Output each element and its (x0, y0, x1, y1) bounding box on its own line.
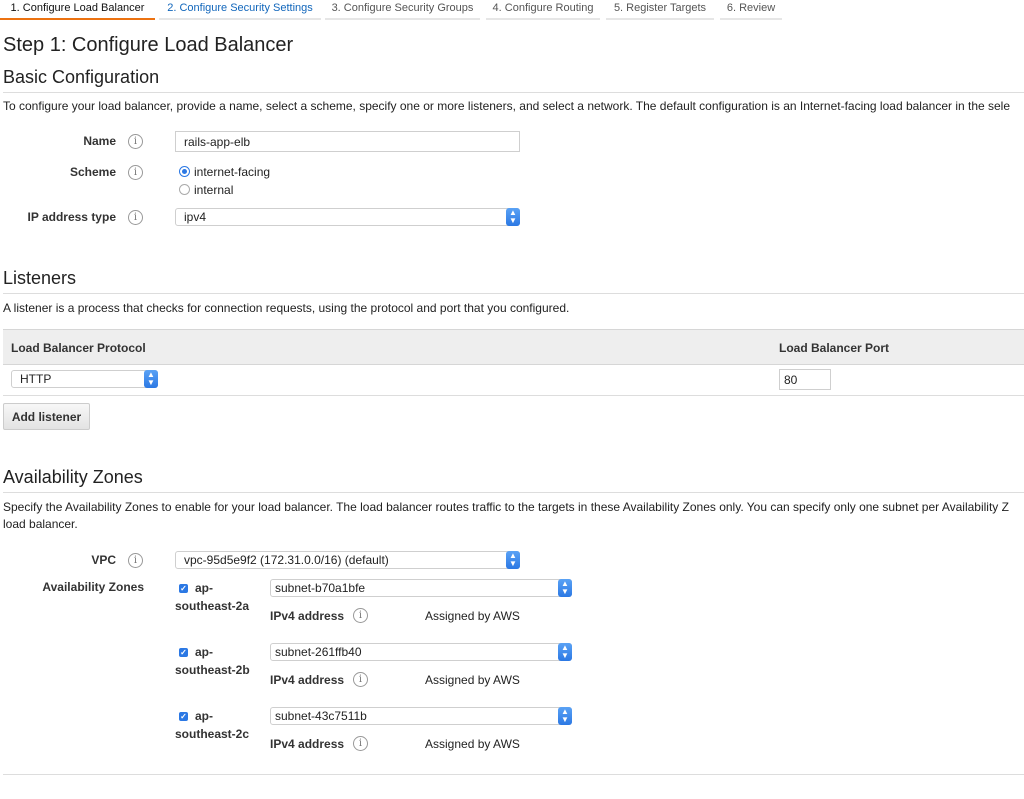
ip-address-type-label: IP address type (27, 210, 117, 224)
page-title: Step 1: Configure Load Balancer (3, 34, 294, 56)
scheme-option-internet-facing[interactable]: internet-facing (179, 165, 270, 179)
section-divider (3, 492, 1024, 493)
info-icon[interactable]: i (353, 608, 368, 623)
availability-zones-label: Availability Zones (42, 580, 144, 594)
section-divider (3, 293, 1024, 294)
tab-configure-security-settings[interactable]: 2. Configure Security Settings (159, 0, 321, 20)
zone-name-cont: southeast-2c (175, 727, 250, 741)
checkmark-icon[interactable]: ✓ (179, 584, 188, 593)
zone-name-cont: southeast-2a (175, 599, 250, 613)
chevron-updown-icon: ▲ ▼ (558, 579, 572, 597)
info-icon[interactable]: i (353, 672, 368, 687)
scheme-option-internal[interactable]: internal (179, 183, 233, 197)
add-listener-button[interactable]: Add listener (3, 403, 90, 430)
configure-load-balancer-page: 1. Configure Load Balancer 2. Configure … (0, 0, 1024, 799)
chevron-updown-icon: ▲ ▼ (144, 370, 158, 388)
chevron-updown-icon: ▲ ▼ (558, 707, 572, 725)
zone-name: ap- (195, 709, 213, 723)
ipv4-address-label: IPv4 address (270, 673, 345, 687)
availability-zones-description: Specify the Availability Zones to enable… (3, 500, 1009, 514)
basic-configuration-heading: Basic Configuration (3, 67, 160, 87)
availability-zones-heading: Availability Zones (3, 467, 143, 487)
chevron-updown-icon: ▲ ▼ (558, 643, 572, 661)
table-divider (3, 395, 1024, 396)
radio-selected-icon[interactable] (179, 166, 190, 178)
info-icon[interactable]: i (128, 210, 143, 225)
info-icon[interactable]: i (128, 134, 143, 149)
subnet-select[interactable]: subnet-261ffb40 ▲ ▼ (270, 643, 572, 661)
radio-unselected-icon[interactable] (179, 184, 190, 196)
zone-name: ap- (195, 581, 213, 595)
listeners-description: A listener is a process that checks for … (3, 301, 570, 315)
ipv4-address-label: IPv4 address (270, 609, 345, 623)
listeners-heading: Listeners (3, 268, 77, 288)
name-input[interactable] (175, 131, 520, 152)
section-divider (3, 92, 1024, 93)
subnet-select[interactable]: subnet-43c7511b ▲ ▼ (270, 707, 572, 725)
chevron-updown-icon: ▲ ▼ (506, 551, 520, 569)
section-divider (3, 774, 1024, 775)
name-label: Name (83, 134, 116, 148)
scheme-label: Scheme (69, 165, 116, 179)
subnet-select[interactable]: subnet-b70a1bfe ▲ ▼ (270, 579, 572, 597)
info-icon[interactable]: i (128, 165, 143, 180)
checkmark-icon[interactable]: ✓ (179, 712, 188, 721)
chevron-updown-icon: ▲ ▼ (506, 208, 520, 226)
zone-name-cont: southeast-2b (175, 663, 250, 677)
listeners-table-header: Load Balancer Protocol Load Balancer Por… (3, 329, 1024, 365)
column-port-header: Load Balancer Port (779, 341, 890, 355)
vpc-select[interactable]: vpc-95d5e9f2 (172.31.0.0/16) (default) ▲… (175, 551, 520, 569)
availability-zones-description-cont: load balancer. (3, 517, 78, 531)
info-icon[interactable]: i (353, 736, 368, 751)
checkmark-icon[interactable]: ✓ (179, 648, 188, 657)
tab-configure-load-balancer[interactable]: 1. Configure Load Balancer (0, 0, 155, 20)
wizard-steps: 1. Configure Load Balancer 2. Configure … (0, 0, 1024, 20)
ipv4-assignment: Assigned by AWS (425, 673, 520, 687)
basic-configuration-description: To configure your load balancer, provide… (3, 99, 1011, 113)
ip-address-type-select[interactable]: ipv4 ▲ ▼ (175, 208, 520, 226)
ipv4-assignment: Assigned by AWS (425, 609, 520, 623)
tab-review[interactable]: 6. Review (720, 0, 782, 20)
info-icon[interactable]: i (128, 553, 143, 568)
ipv4-address-label: IPv4 address (270, 737, 345, 751)
vpc-label: VPC (91, 553, 116, 567)
protocol-select[interactable]: HTTP ▲ ▼ (11, 370, 158, 388)
column-protocol-header: Load Balancer Protocol (11, 341, 146, 355)
zone-name: ap- (195, 645, 213, 659)
ipv4-assignment: Assigned by AWS (425, 737, 520, 751)
tab-register-targets[interactable]: 5. Register Targets (606, 0, 714, 20)
port-input[interactable] (779, 369, 831, 390)
tab-configure-routing[interactable]: 4. Configure Routing (486, 0, 600, 20)
tab-configure-security-groups[interactable]: 3. Configure Security Groups (325, 0, 480, 20)
